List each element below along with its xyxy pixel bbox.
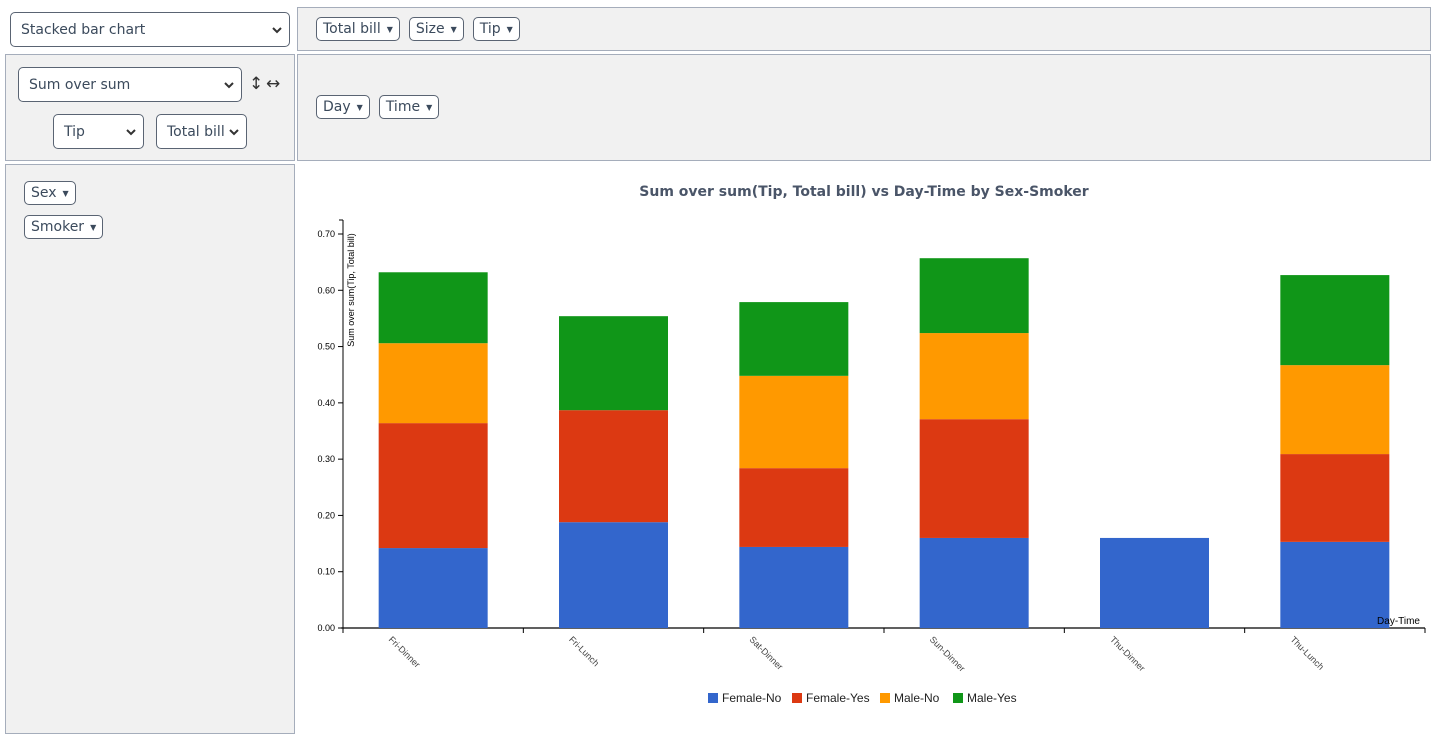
bar-segment-thu-lunch-male-yes: [1280, 275, 1390, 366]
legend-label: Male-No: [894, 691, 940, 705]
y-tick-label: 0.50: [317, 342, 335, 352]
y-tick-label: 0.00: [317, 623, 335, 633]
bar-segment-fri-dinner-male-yes: [378, 272, 488, 344]
legend-swatch: [953, 693, 963, 703]
bar-segment-sun-dinner-male-no: [919, 333, 1029, 420]
bar-segment-fri-dinner-female-no: [378, 548, 488, 628]
chart-type-select[interactable]: Stacked bar chart: [10, 12, 290, 47]
aggregator-arg2-select[interactable]: Total bill: [156, 114, 247, 149]
chevron-down-icon: [272, 26, 282, 33]
legend-swatch: [880, 693, 890, 703]
bar-segment-sun-dinner-female-yes: [919, 419, 1029, 538]
field-label: Tip: [479, 21, 501, 37]
bar-segment-fri-lunch-male-yes: [559, 316, 668, 411]
row-field-pill-sex[interactable]: Sex ▼: [24, 181, 76, 205]
column-field-pill-time[interactable]: Time ▼: [378, 95, 440, 119]
dropdown-triangle-icon: ▼: [356, 102, 363, 112]
legend-item-female-yes: Female-Yes: [792, 691, 870, 705]
bar-segment-fri-dinner-female-yes: [378, 423, 488, 549]
field-pill-total-bill[interactable]: Total bill ▼: [316, 17, 400, 41]
y-axis-label: Sum over sum(Tip, Total bill): [346, 233, 356, 347]
column-field-pill-day[interactable]: Day ▼: [316, 95, 370, 119]
chevron-down-icon: [126, 128, 136, 135]
dropdown-triangle-icon: ▼: [62, 188, 69, 198]
bar-segment-fri-dinner-male-no: [378, 343, 488, 424]
x-tick-label: Thu-Lunch: [1288, 634, 1325, 671]
field-label: Smoker: [31, 219, 85, 235]
y-tick-label: 0.20: [317, 510, 335, 520]
y-tick-label: 0.70: [317, 229, 335, 239]
legend-label: Female-Yes: [806, 691, 870, 705]
dropdown-triangle-icon: ▼: [506, 24, 513, 34]
field-label: Total bill: [323, 21, 381, 37]
y-tick-label: 0.60: [317, 285, 335, 295]
legend-swatch: [708, 693, 718, 703]
chart-type-value: Stacked bar chart: [21, 21, 146, 38]
column-fields-panel: [297, 54, 1431, 161]
bar-segment-sat-dinner-male-yes: [739, 302, 849, 376]
legend-item-female-no: Female-No: [708, 691, 782, 705]
field-label: Size: [415, 21, 445, 37]
aggregator-value: Sum over sum: [29, 76, 131, 93]
unused-fields-list: Total bill ▼ Size ▼ Tip ▼: [316, 17, 529, 41]
field-label: Sex: [31, 185, 57, 201]
x-tick-label: Sat-Dinner: [747, 634, 784, 671]
bar-segment-thu-dinner-female-no: [1100, 537, 1209, 628]
bar-segment-thu-lunch-female-no: [1280, 541, 1390, 628]
dropdown-triangle-icon: ▼: [450, 24, 457, 34]
chart-title: Sum over sum(Tip, Total bill) vs Day-Tim…: [639, 184, 1089, 200]
bar-segment-sat-dinner-male-no: [739, 375, 849, 469]
field-label: Time: [385, 99, 421, 115]
dropdown-triangle-icon: ▼: [90, 222, 97, 232]
legend-label: Female-No: [722, 691, 782, 705]
row-fields-panel: [5, 164, 295, 734]
aggregator-arg2-value: Total bill: [167, 123, 225, 140]
y-tick-label: 0.10: [317, 567, 335, 577]
left-right-arrow-icon[interactable]: ↔: [266, 74, 280, 94]
legend-label: Male-Yes: [967, 691, 1017, 705]
aggregator-arg1-select[interactable]: Tip: [53, 114, 144, 149]
legend-item-male-yes: Male-Yes: [953, 691, 1017, 705]
y-tick-label: 0.40: [317, 398, 335, 408]
y-tick-label: 0.30: [317, 454, 335, 464]
chevron-down-icon: [224, 81, 234, 88]
legend-item-male-no: Male-No: [880, 691, 940, 705]
bar-segment-fri-lunch-female-no: [559, 522, 668, 628]
bar-segment-thu-lunch-male-no: [1280, 365, 1390, 455]
row-fields-list: Sex ▼ Smoker ▼: [24, 181, 112, 239]
bar-segment-fri-lunch-female-yes: [559, 410, 668, 523]
bar-segment-sun-dinner-male-yes: [919, 258, 1029, 334]
chevron-down-icon: [229, 128, 239, 135]
x-tick-label: Fri-Lunch: [567, 634, 601, 668]
x-tick-label: Thu-Dinner: [1108, 634, 1147, 673]
bar-segment-sun-dinner-female-no: [919, 537, 1029, 628]
chart-legend: Female-No Female-Yes Male-No Male-Yes: [708, 691, 1017, 705]
dropdown-triangle-icon: ▼: [426, 102, 433, 112]
field-label: Day: [323, 99, 351, 115]
up-down-arrow-icon[interactable]: ↕: [249, 74, 263, 94]
x-tick-label: Sun-Dinner: [928, 634, 967, 673]
x-tick-label: Fri-Dinner: [387, 634, 422, 669]
bar-segment-sat-dinner-female-yes: [739, 468, 849, 547]
aggregator-arg1-value: Tip: [64, 123, 85, 140]
row-field-pill-smoker[interactable]: Smoker ▼: [24, 215, 104, 239]
stacked-bar-chart: Sum over sum(Tip, Total bill) vs Day-Tim…: [317, 184, 1426, 705]
aggregator-select[interactable]: Sum over sum: [18, 67, 242, 102]
x-axis-label: Day-Time: [1377, 616, 1420, 627]
bar-segment-sat-dinner-female-no: [739, 546, 849, 628]
dropdown-triangle-icon: ▼: [386, 24, 393, 34]
field-pill-tip[interactable]: Tip ▼: [472, 17, 520, 41]
legend-swatch: [792, 693, 802, 703]
field-pill-size[interactable]: Size ▼: [408, 17, 464, 41]
bar-segment-thu-lunch-female-yes: [1280, 454, 1390, 542]
column-fields-list: Day ▼ Time ▼: [316, 95, 448, 119]
